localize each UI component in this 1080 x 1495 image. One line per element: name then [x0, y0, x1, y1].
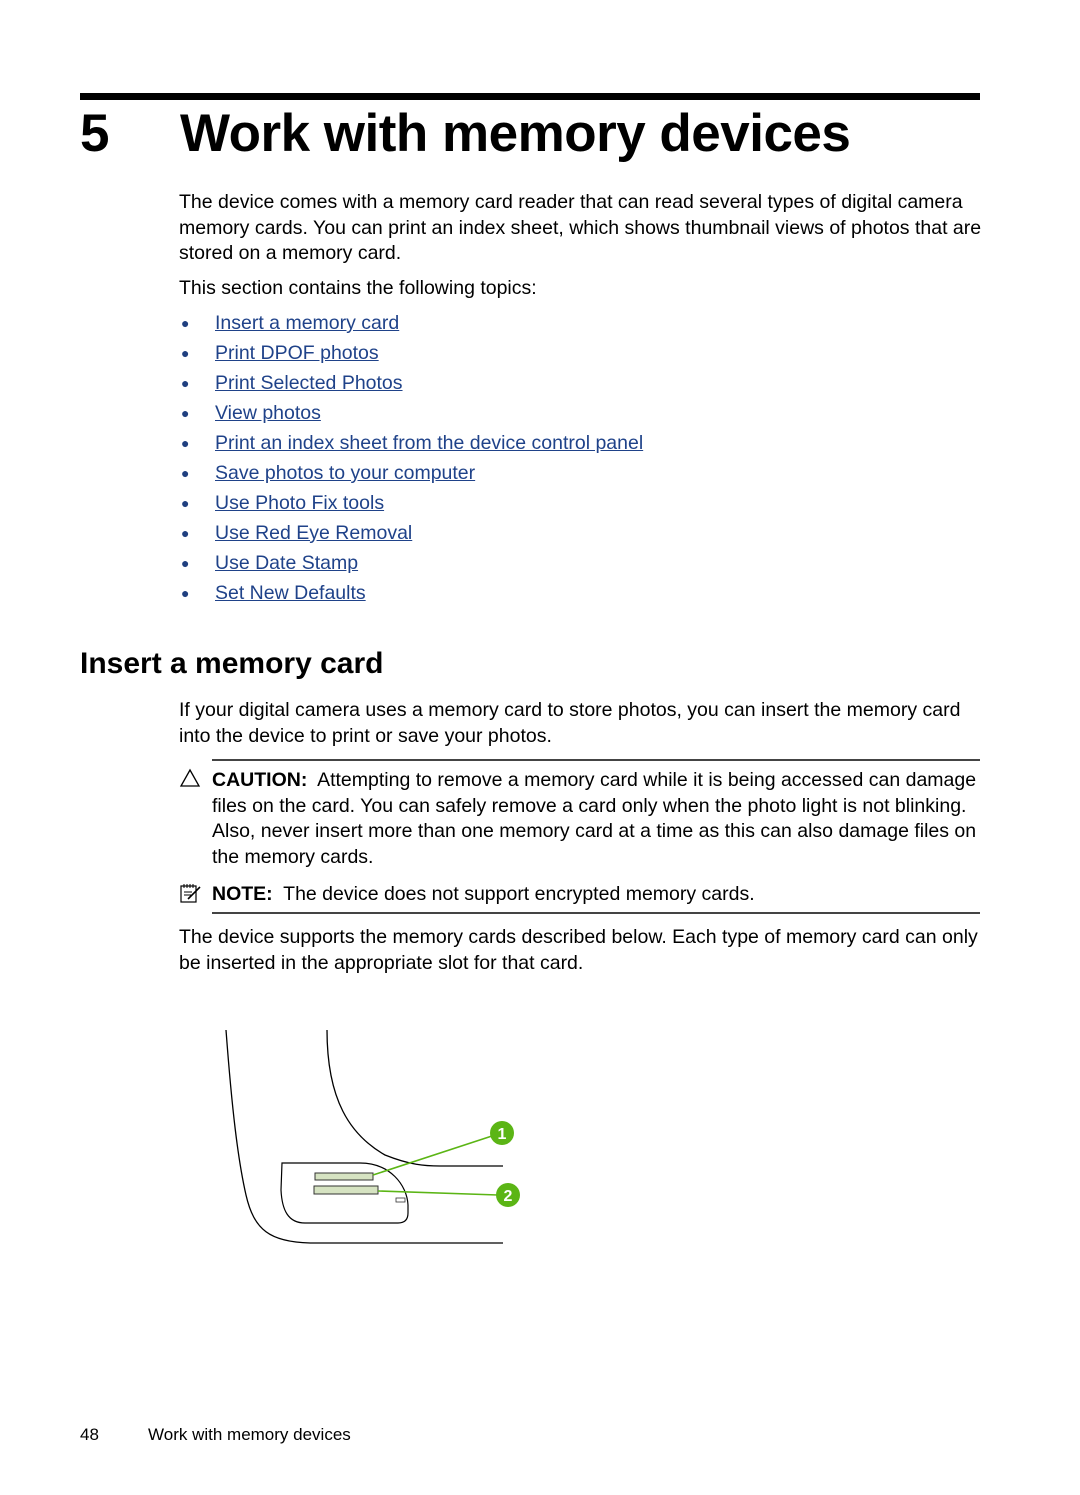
topic-link-red-eye[interactable]: Use Red Eye Removal — [215, 520, 412, 550]
bullet-icon: ● — [181, 345, 190, 361]
card-slot-2 — [313, 1185, 379, 1195]
caution-triangle-icon — [179, 768, 212, 870]
note-block: NOTE: The device does not support encryp… — [179, 882, 984, 912]
topics-intro: This section contains the following topi… — [179, 277, 537, 299]
section-paragraph: If your digital camera uses a memory car… — [179, 699, 961, 747]
footer-chapter-title: Work with memory devices — [148, 1425, 351, 1444]
bullet-icon: ● — [181, 315, 190, 331]
topic-item: ● View photos — [179, 400, 643, 430]
admonition-top-rule — [212, 759, 980, 761]
footer-page-number: 48 — [80, 1425, 99, 1444]
topic-item: ● Set New Defaults — [179, 580, 643, 610]
topic-link-view-photos[interactable]: View photos — [215, 400, 321, 430]
caution-label: CAUTION: — [212, 769, 308, 791]
admonition-bottom-rule — [212, 912, 980, 914]
chapter-number: 5 — [80, 104, 109, 163]
note-label: NOTE: — [212, 883, 273, 905]
chapter-title: Work with memory devices — [180, 104, 851, 163]
note-pad-icon — [179, 882, 212, 912]
bullet-icon: ● — [181, 435, 190, 451]
callout-1-label: 1 — [498, 1126, 507, 1143]
topic-item: ● Use Photo Fix tools — [179, 490, 643, 520]
topic-link-print-selected[interactable]: Print Selected Photos — [215, 370, 403, 400]
topic-item: ● Print DPOF photos — [179, 340, 643, 370]
topic-item: ● Insert a memory card — [179, 310, 643, 340]
caution-block: CAUTION: Attempting to remove a memory c… — [179, 768, 984, 870]
chapter-heading: 5 Work with memory devices — [80, 104, 851, 164]
topic-item: ● Print Selected Photos — [179, 370, 643, 400]
bullet-icon: ● — [181, 525, 190, 541]
section-heading: Insert a memory card — [80, 647, 384, 680]
caution-text: Attempting to remove a memory card while… — [212, 769, 977, 868]
topic-link-print-dpof[interactable]: Print DPOF photos — [215, 340, 379, 370]
bullet-icon: ● — [181, 465, 190, 481]
topic-item: ● Save photos to your computer — [179, 460, 643, 490]
chapter-top-rule — [80, 93, 980, 100]
bullet-icon: ● — [181, 555, 190, 571]
intro-paragraph: The device comes with a memory card read… — [179, 191, 982, 264]
photo-light-indicator — [395, 1197, 406, 1203]
bullet-icon: ● — [181, 495, 190, 511]
topic-link-save-photos[interactable]: Save photos to your computer — [215, 460, 475, 490]
topic-link-index-sheet[interactable]: Print an index sheet from the device con… — [215, 430, 643, 460]
caution-content: CAUTION: Attempting to remove a memory c… — [212, 768, 984, 870]
memory-card-slot-figure: 1 2 — [210, 1020, 530, 1260]
topic-link-date-stamp[interactable]: Use Date Stamp — [215, 550, 358, 580]
topic-list: ● Insert a memory card ● Print DPOF photos… — [179, 310, 643, 610]
topic-item: ● Print an index sheet from the device co… — [179, 430, 643, 460]
callout-leader-1 — [372, 1134, 496, 1176]
topic-link-set-defaults[interactable]: Set New Defaults — [215, 580, 366, 610]
note-text: The device does not support encrypted me… — [283, 883, 755, 905]
card-slot-1 — [314, 1172, 374, 1181]
note-content: NOTE: The device does not support encryp… — [212, 882, 755, 912]
topic-link-photo-fix[interactable]: Use Photo Fix tools — [215, 490, 384, 520]
bullet-icon: ● — [181, 585, 190, 601]
bullet-icon: ● — [181, 375, 190, 391]
topic-item: ● Use Date Stamp — [179, 550, 643, 580]
topic-link-insert-memory-card[interactable]: Insert a memory card — [215, 310, 399, 340]
bullet-icon: ● — [181, 405, 190, 421]
callout-2-label: 2 — [504, 1188, 513, 1205]
topic-item: ● Use Red Eye Removal — [179, 520, 643, 550]
device-inner-curve — [326, 1029, 503, 1167]
section-paragraph-2: The device supports the memory cards des… — [179, 926, 978, 974]
